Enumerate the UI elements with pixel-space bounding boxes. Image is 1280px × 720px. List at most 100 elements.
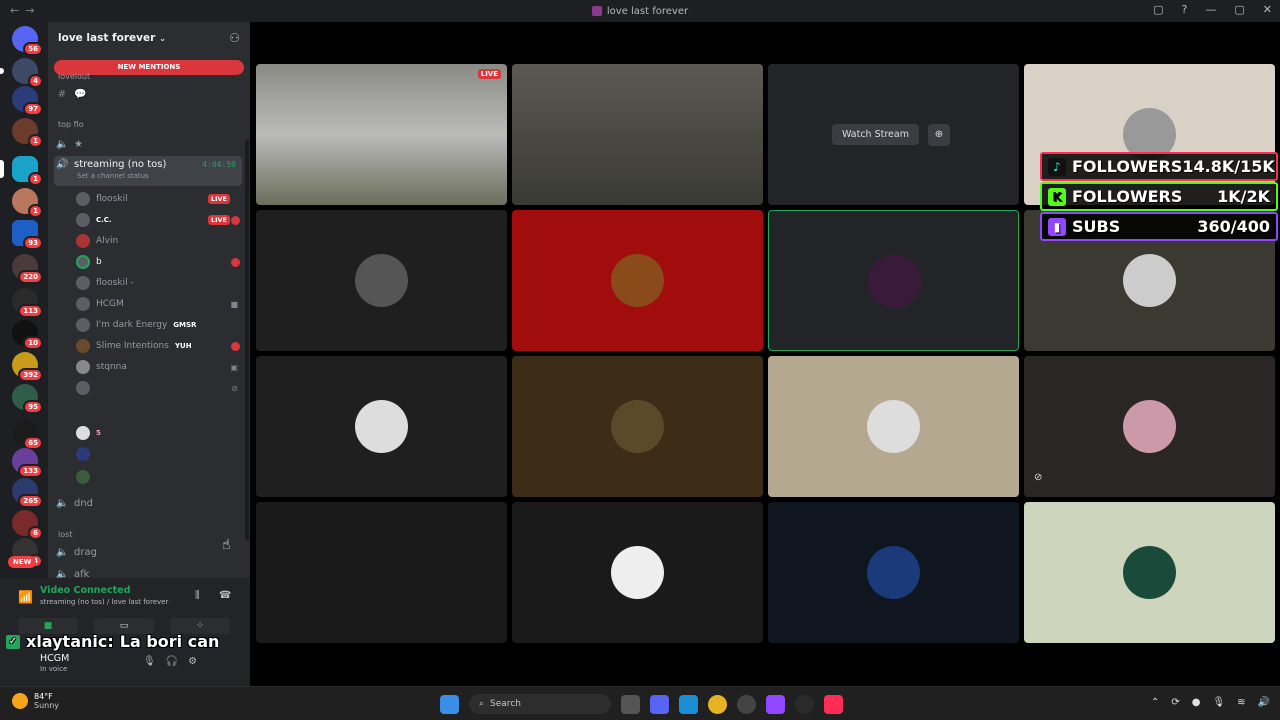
server-icon[interactable]: 97 [12,86,43,116]
user-tile[interactable] [512,356,763,497]
microphone-icon[interactable]: 🎙 [1212,697,1225,708]
server-icon[interactable]: 220 [12,254,43,284]
voice-user[interactable]: stqnna ▣ [76,358,240,376]
signal-icon[interactable]: 📶 [18,590,33,604]
channel-afk[interactable]: 🔈 afk [56,564,89,579]
user-tile[interactable] [256,356,507,497]
user-tile[interactable] [768,502,1019,643]
channel-scrollbar[interactable] [245,140,249,540]
stream-tile[interactable]: LIVE [256,64,507,205]
server-icon[interactable]: 93 [12,220,43,250]
user-tile[interactable] [512,502,763,643]
start-icon[interactable] [440,694,459,714]
chrome-icon[interactable] [708,694,727,714]
tiktok-icon: ♪ [1048,157,1066,176]
kick-followers-goal: K FOLLOWERS 1K/2K [1040,182,1278,211]
voice-user[interactable]: ⊘ [76,379,240,397]
watch-stream-button[interactable]: Watch Stream [832,124,919,145]
category-lost[interactable]: lost [58,530,72,539]
user-tile[interactable] [256,502,507,643]
stream-tile[interactable]: Watch Stream ⊕ [768,64,1019,205]
user-tile[interactable] [768,356,1019,497]
chevron-up-icon[interactable]: ⌃ [1151,697,1159,708]
live-badge: LIVE [207,215,230,225]
server-icon[interactable]: 1 [12,118,43,148]
channel-text[interactable]: # 💬 [56,84,87,104]
headphones-icon[interactable]: 🎧 [166,656,178,667]
voice-user[interactable]: Slime Intentions YUH [76,337,240,355]
camera-tile[interactable] [512,64,763,205]
wifi-icon[interactable]: ≋ [1237,697,1245,708]
user-tile[interactable] [1024,502,1275,643]
channel-status[interactable]: Set a channel status [77,172,149,180]
user-tile[interactable] [256,210,507,351]
app-icon [591,6,602,16]
server-icon[interactable]: 1 [0,156,43,186]
channel-voice-star[interactable]: 🔈 ★ [56,134,83,154]
voice-user[interactable]: I'm dark Energy GMSR [76,316,240,334]
voice-user[interactable]: b [76,253,240,271]
volume-icon[interactable]: 🔊 [1258,697,1270,708]
server-icon[interactable]: 113 [12,288,43,318]
settings-gear-icon[interactable]: ⚙ [188,656,197,667]
inbox-icon[interactable]: ▢ [1153,3,1163,16]
twitch-icon[interactable] [766,694,785,714]
server-icon[interactable]: 1 [12,188,43,218]
username[interactable]: HCGM [40,653,69,664]
weather-widget[interactable]: 84°F Sunny [12,692,59,710]
media-player-icon[interactable] [737,694,756,714]
server-icon[interactable]: 265 [12,478,43,508]
nav-arrows[interactable]: ←→ [10,4,40,17]
microphone-icon[interactable]: 🎙 [143,656,156,667]
popout-icon[interactable]: ⊕ [928,124,950,146]
invite-people-icon[interactable]: ⚇ [229,31,240,45]
server-icon[interactable]: 4 [0,58,43,88]
server-icon[interactable]: 392 [12,352,43,382]
windows-taskbar: 84°F Sunny ⌕ Search ⌃ ⟳ ● 🎙 ≋ 🔊 [0,686,1280,720]
voice-user[interactable]: C.C. LIVE [76,211,240,229]
taskbar-search[interactable]: ⌕ Search [469,694,611,714]
help-icon[interactable]: ? [1182,3,1188,16]
voice-channel-path[interactable]: streaming (no tos) / love last forever [40,598,168,606]
channel-dnd[interactable]: 🔈 dnd [56,493,93,513]
edge-icon[interactable] [679,694,698,714]
home-button[interactable]: 56 [12,26,43,56]
voice-user[interactable] [76,445,240,463]
maximize-button[interactable]: ▢ [1234,3,1244,16]
voice-user[interactable]: Alvin [76,232,240,250]
server-icon[interactable]: 95 [12,384,43,414]
server-icon[interactable]: 10 [12,320,43,350]
minimize-button[interactable]: — [1205,3,1216,16]
channel-streaming-active[interactable]: 🔊 streaming (no tos) 4:04:59 Set a chann… [54,156,242,186]
new-servers-tag[interactable]: NEW [8,556,37,568]
user-tile[interactable] [512,210,763,351]
avatar [76,339,90,353]
channel-drag[interactable]: 🔈 drag [56,542,97,562]
avatar [76,213,90,227]
server-icon[interactable]: 65 [12,420,43,450]
noise-suppression-icon[interactable]: ⫼ [195,590,200,601]
app-tray-icon[interactable]: ● [1192,697,1201,708]
task-view-icon[interactable] [621,694,640,714]
discord-icon[interactable] [650,694,669,714]
category-header[interactable]: lovelout [58,72,90,81]
user-tag: GMSR [173,321,197,329]
voice-status[interactable]: Video Connected [40,585,130,596]
mouse-cursor: ☝ [222,537,231,553]
server-icon[interactable]: 6 [12,510,43,540]
voice-user[interactable]: flooskil LIVE [76,190,240,208]
category-topflo[interactable]: top flo [58,120,84,129]
voice-user[interactable]: HCGM ■ [76,295,240,313]
close-button[interactable]: ✕ [1263,3,1272,16]
obs-icon[interactable] [795,694,814,714]
sync-icon[interactable]: ⟳ [1171,697,1179,708]
guild-header[interactable]: love last forever ⌄ ⚇ [48,22,250,54]
disconnect-icon[interactable]: ☎ [219,590,231,601]
user-tile-speaking[interactable] [768,210,1019,351]
voice-user[interactable]: 5 [76,424,240,442]
tiktok-icon[interactable] [824,694,843,714]
server-icon[interactable]: 133 [12,448,43,478]
voice-user[interactable] [76,468,240,486]
user-tile[interactable]: ⊘ [1024,356,1275,497]
voice-user[interactable]: flooskil - [76,274,240,292]
